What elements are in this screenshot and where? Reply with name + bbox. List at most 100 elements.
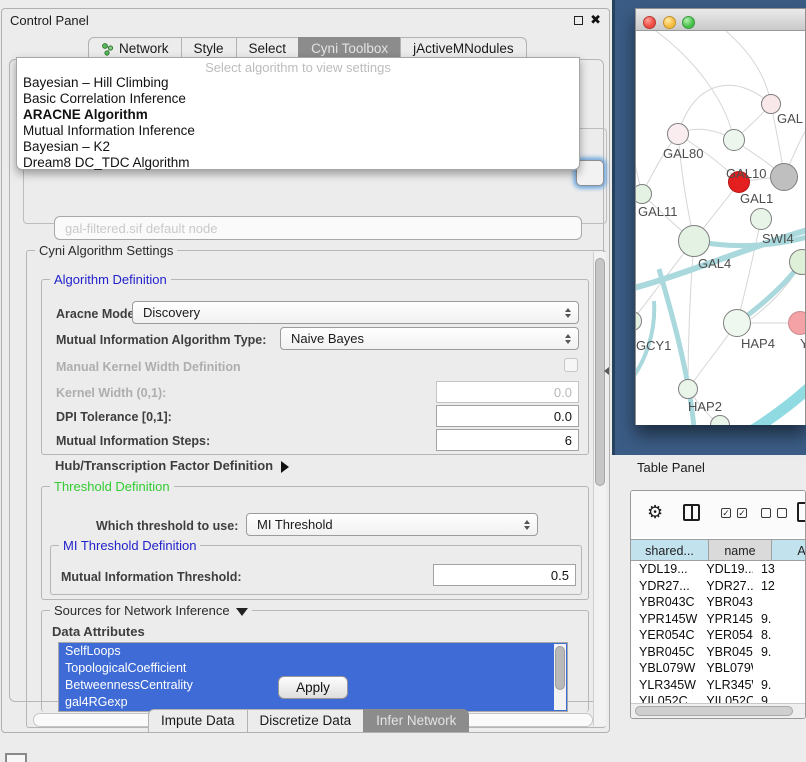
mi-threshold-field[interactable]: 0.5 xyxy=(433,564,576,586)
network-window-titlebar[interactable] xyxy=(636,9,805,31)
combo-spinner-icon xyxy=(524,520,530,530)
unchecked-checkbox-icon[interactable] xyxy=(777,508,787,518)
network-node[interactable] xyxy=(678,379,698,399)
table-cell: YIL052C xyxy=(631,693,698,703)
network-node[interactable] xyxy=(667,123,689,145)
table-row[interactable]: YBR043CYBR043C xyxy=(631,594,805,611)
table-cell: 9. xyxy=(753,693,805,703)
which-threshold-combo[interactable]: MI Threshold xyxy=(246,513,538,536)
control-panel-title: Control Panel xyxy=(10,13,89,28)
dropdown-item[interactable]: ARACNE Algorithm xyxy=(17,107,579,123)
node-label: SWI4 xyxy=(762,231,794,246)
table-cell: YER054C xyxy=(698,627,753,644)
zoom-window-icon[interactable] xyxy=(682,16,695,29)
table-cell: YDL19... xyxy=(698,561,753,578)
network-node[interactable] xyxy=(723,309,751,337)
node-label: Y xyxy=(800,336,805,351)
attributes-scrollbar[interactable] xyxy=(554,644,566,710)
table-row[interactable]: YBR045CYBR045C9. xyxy=(631,644,805,661)
network-selector-combo[interactable]: gal-filtered.sif default node xyxy=(54,216,582,240)
column-header[interactable]: name xyxy=(709,539,772,561)
table-row[interactable]: YPR145WYPR145W9. xyxy=(631,611,805,628)
table-cell: YER054C xyxy=(631,627,698,644)
which-threshold-label: Which threshold to use: xyxy=(96,519,238,533)
gear-icon[interactable]: ⚙ xyxy=(647,502,663,523)
unchecked-checkbox-icon[interactable] xyxy=(761,508,771,518)
network-tab-icon xyxy=(101,43,114,56)
close-window-icon[interactable] xyxy=(643,16,656,29)
node-label: GAL10 xyxy=(726,166,766,181)
manual-kernel-label: Manual Kernel Width Definition xyxy=(56,360,241,374)
mi-threshold-group: MI Threshold Definition Mutual Informati… xyxy=(50,545,582,595)
minimized-panel-icon[interactable] xyxy=(5,753,27,762)
close-panel-icon[interactable]: ✖ xyxy=(590,12,601,28)
column-header[interactable]: A xyxy=(772,539,806,561)
kernel-width-label: Kernel Width (0,1): xyxy=(56,386,166,400)
dropdown-item[interactable]: Basic Correlation Inference xyxy=(17,91,579,107)
table-cell: YDR27... xyxy=(631,578,698,595)
table-cell: YPR145W xyxy=(698,611,753,628)
column-header[interactable]: shared... xyxy=(631,539,709,561)
combo-spinner-icon xyxy=(565,334,571,344)
mi-type-value: Naive Bayes xyxy=(291,331,364,346)
network-node[interactable] xyxy=(723,129,745,151)
attribute-list-item[interactable]: TopologicalCoefficient xyxy=(59,660,567,677)
network-node[interactable] xyxy=(678,225,710,257)
minimize-window-icon[interactable] xyxy=(663,16,676,29)
table-rows: YDL19...YDL19...13YDR27...YDR27...12YBR0… xyxy=(631,561,805,703)
checked-checkbox-icon[interactable]: ✓ xyxy=(737,508,747,518)
expand-right-icon xyxy=(281,461,289,473)
dpi-tolerance-field[interactable]: 0.0 xyxy=(436,405,579,427)
table-row[interactable]: YBL079WYBL079W xyxy=(631,660,805,677)
table-row[interactable]: YIL052CYIL052C9. xyxy=(631,693,805,703)
network-node[interactable] xyxy=(770,163,798,191)
network-view-window: GALGAL80GAL10GAL1GAL11SWI4GAL4GCY1HAP4YH… xyxy=(635,8,806,425)
table-cell: 9. xyxy=(753,677,805,694)
dropdown-prompt: Select algorithm to view settings xyxy=(17,60,579,75)
splitpane-handle-icon[interactable] xyxy=(604,367,609,375)
tab-impute-data[interactable]: Impute Data xyxy=(148,709,248,732)
mi-threshold-group-title: MI Threshold Definition xyxy=(59,538,200,553)
node-label: GAL xyxy=(777,111,803,126)
tab-infer-network[interactable]: Infer Network xyxy=(363,709,469,732)
checked-checkbox-icon[interactable]: ✓ xyxy=(721,508,731,518)
table-row[interactable]: YDR27...YDR27...12 xyxy=(631,578,805,595)
table-row[interactable]: YDL19...YDL19...13 xyxy=(631,561,805,578)
dropdown-item[interactable]: Bayesian – K2 xyxy=(17,139,579,155)
settings-vscrollbar[interactable] xyxy=(593,252,606,726)
aracne-mode-combo[interactable]: Discovery xyxy=(132,301,579,324)
network-node[interactable] xyxy=(788,311,805,335)
which-threshold-value: MI Threshold xyxy=(257,517,333,532)
table-row[interactable]: YER054CYER054C8. xyxy=(631,627,805,644)
tab-discretize-data[interactable]: Discretize Data xyxy=(247,709,365,732)
table-cell: 9. xyxy=(753,611,805,628)
float-window-icon[interactable] xyxy=(574,16,583,25)
settings-panel-title: Cyni Algorithm Settings xyxy=(35,243,177,258)
cyni-algorithm-settings-panel: Cyni Algorithm Settings Algorithm Defini… xyxy=(26,250,606,728)
table-hscrollbar[interactable] xyxy=(631,703,805,719)
hub-definition-expander[interactable]: Hub/Transcription Factor Definition xyxy=(55,458,289,473)
table-row[interactable]: YLR345WYLR345W9. xyxy=(631,677,805,694)
network-canvas[interactable]: GALGAL80GAL10GAL1GAL11SWI4GAL4GCY1HAP4YH… xyxy=(636,31,805,425)
table-cell: YPR145W xyxy=(631,611,698,628)
mi-type-combo[interactable]: Naive Bayes xyxy=(280,327,579,350)
dropdown-item[interactable]: Mutual Information Inference xyxy=(17,123,579,139)
node-label: GAL11 xyxy=(638,204,678,219)
dropdown-item[interactable]: Dream8 DC_TDC Algorithm xyxy=(17,155,579,171)
algorithm-combo-focused[interactable] xyxy=(576,160,604,186)
hub-definition-label: Hub/Transcription Factor Definition xyxy=(55,458,273,473)
column-layout-icon[interactable] xyxy=(683,504,700,521)
algorithm-definition-title: Algorithm Definition xyxy=(50,272,171,287)
apply-button[interactable]: Apply xyxy=(278,676,348,699)
attribute-list-item[interactable]: SelfLoops xyxy=(59,643,567,660)
table-cell: YIL052C xyxy=(698,693,753,703)
document-icon[interactable] xyxy=(797,502,806,522)
dropdown-item[interactable]: Bayesian – Hill Climbing xyxy=(17,75,579,91)
cyni-bottom-tabs: Impute DataDiscretize DataInfer Network xyxy=(148,709,468,732)
mi-steps-field[interactable]: 6 xyxy=(436,429,579,451)
network-node[interactable] xyxy=(750,208,772,230)
network-edges xyxy=(636,31,805,425)
mi-steps-label: Mutual Information Steps: xyxy=(56,434,210,448)
sources-group-title[interactable]: Sources for Network Inference xyxy=(50,603,252,618)
app-root: Control Panel ✖ NetworkStyleSelectCyni T… xyxy=(0,0,806,762)
